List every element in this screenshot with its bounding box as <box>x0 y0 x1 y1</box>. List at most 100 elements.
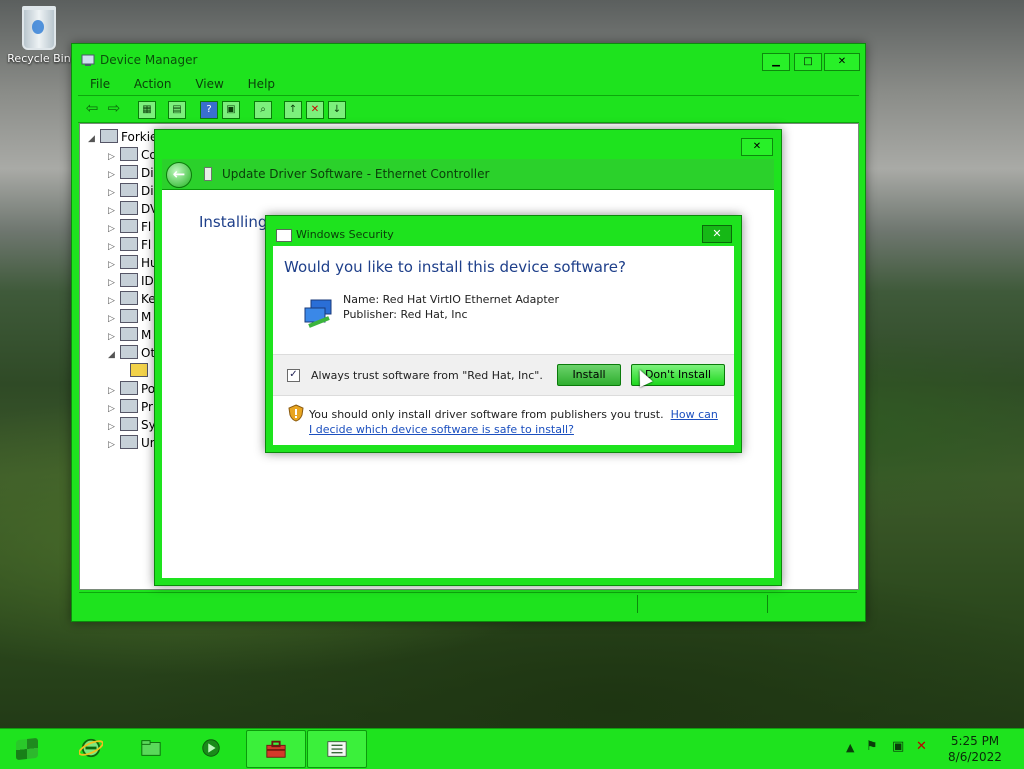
file-explorer-icon <box>141 740 161 756</box>
expand-icon[interactable]: ▷ <box>108 152 118 162</box>
maximize-button[interactable]: □ <box>794 53 822 71</box>
tree-item[interactable]: ▷ Pr <box>108 399 153 417</box>
menu-help[interactable]: Help <box>236 74 283 91</box>
scan-hardware-icon[interactable]: ⌕ <box>254 101 272 119</box>
expand-icon[interactable]: ▷ <box>108 386 118 396</box>
volume-muted-icon[interactable]: ✕ <box>916 739 927 754</box>
tree-item[interactable]: ▷ Di <box>108 183 154 201</box>
device-manager-titlebar[interactable]: Device Manager ▁ □ ✕ <box>72 44 865 74</box>
expand-icon[interactable]: ▷ <box>108 296 118 306</box>
expand-icon[interactable]: ▷ <box>108 242 118 252</box>
tree-item[interactable]: ▷ Ur <box>108 435 155 453</box>
menu-file[interactable]: File <box>78 74 118 91</box>
properties-icon[interactable]: ▤ <box>168 101 186 119</box>
device-name: Name: Red Hat VirtIO Ethernet Adapter <box>343 293 559 306</box>
toolbar: ⇦ ⇨ ▦ ▤ ? ▣ ⌕ ↑ ✕ ↓ <box>78 95 859 123</box>
tree-item[interactable]: ▷ ID <box>108 273 154 291</box>
ports-icon <box>120 381 138 395</box>
expand-icon[interactable]: ▷ <box>108 170 118 180</box>
clock[interactable]: 5:25 PM 8/6/2022 <box>940 733 1010 765</box>
tree-item[interactable]: ◢ Ot <box>108 345 155 363</box>
show-hide-icon[interactable]: ▦ <box>138 101 156 119</box>
clock-date: 8/6/2022 <box>948 750 1002 764</box>
expand-icon[interactable]: ▷ <box>108 278 118 288</box>
back-button[interactable]: ← <box>166 162 192 188</box>
tree-item[interactable]: ▷ Di <box>108 165 154 183</box>
media-player-icon <box>202 739 220 757</box>
install-button[interactable]: Install <box>557 364 621 386</box>
toolbox-icon <box>266 740 286 758</box>
expand-icon[interactable]: ▷ <box>108 404 118 414</box>
tree-item[interactable]: ▷ M <box>108 327 151 345</box>
tree-item[interactable]: ▷ Sy <box>108 417 156 435</box>
always-trust-checkbox[interactable]: ✓ <box>287 369 300 382</box>
help-icon[interactable]: ? <box>200 101 218 119</box>
always-trust-label: Always trust software from "Red Hat, Inc… <box>311 369 543 382</box>
action-center-flag-icon[interactable]: ⚑ <box>866 739 878 754</box>
collapse-icon[interactable]: ◢ <box>108 350 118 360</box>
expand-icon[interactable]: ▷ <box>108 440 118 450</box>
expand-icon[interactable]: ▷ <box>108 422 118 432</box>
warning-text: You should only install driver software … <box>309 408 664 421</box>
network-adapter-icon <box>304 299 332 328</box>
expand-icon[interactable]: ▷ <box>108 206 118 216</box>
display-adapter-icon <box>120 183 138 197</box>
tree-item-ethernet-controller[interactable] <box>128 363 151 381</box>
forward-arrow-icon[interactable]: ⇨ <box>106 101 122 117</box>
show-hidden-icons-arrow[interactable]: ▲ <box>846 741 854 754</box>
security-dialog-title: Windows Security <box>296 228 394 241</box>
monitor-icon <box>120 327 138 341</box>
warning-message: You should only install driver software … <box>309 407 719 437</box>
enable-device-icon[interactable]: ↓ <box>328 101 346 119</box>
minimize-button[interactable]: ▁ <box>762 53 790 71</box>
tree-item[interactable]: ▷ DV <box>108 201 158 219</box>
view-icon[interactable]: ▣ <box>222 101 240 119</box>
update-driver-close-button[interactable]: ✕ <box>741 138 773 156</box>
expand-icon[interactable]: ▷ <box>108 314 118 324</box>
status-separator <box>637 595 638 613</box>
expand-icon[interactable]: ▷ <box>108 332 118 342</box>
security-close-button[interactable]: ✕ <box>702 225 732 243</box>
uninstall-icon[interactable]: ✕ <box>306 101 324 119</box>
security-dialog-icon <box>276 229 292 242</box>
taskbar-toolbox[interactable] <box>246 730 306 768</box>
tree-item[interactable]: ▷ Ke <box>108 291 156 309</box>
menu-bar: File Action View Help <box>78 74 859 94</box>
tree-root[interactable]: ◢ Forkie <box>88 129 157 147</box>
processor-icon <box>120 399 138 413</box>
tree-item[interactable]: ▷ Fl <box>108 219 151 237</box>
recycle-bin-label: Recycle Bin <box>7 52 71 65</box>
usb-icon <box>120 435 138 449</box>
disk-drive-icon <box>120 165 138 179</box>
collapse-icon[interactable]: ◢ <box>88 134 98 144</box>
tree-item[interactable]: ▷ Po <box>108 381 155 399</box>
recycle-bin-desktop-icon[interactable]: Recycle Bin <box>6 6 72 65</box>
taskbar-media-player[interactable] <box>182 730 240 766</box>
clock-time: 5:25 PM <box>950 734 1000 748</box>
update-driver-icon[interactable]: ↑ <box>284 101 302 119</box>
update-driver-title: Update Driver Software - Ethernet Contro… <box>222 167 490 181</box>
expand-icon[interactable]: ▷ <box>108 224 118 234</box>
start-button[interactable] <box>6 733 48 765</box>
tree-item[interactable]: ▷ Hu <box>108 255 158 273</box>
network-icon[interactable]: ▣ <box>892 739 904 754</box>
back-arrow-icon[interactable]: ⇦ <box>84 101 100 117</box>
tree-item[interactable]: ▷ M <box>108 309 151 327</box>
warning-device-icon <box>130 363 148 377</box>
device-info: Name: Red Hat VirtIO Ethernet Adapter Pu… <box>343 292 559 322</box>
menu-view[interactable]: View <box>183 74 231 91</box>
system-devices-icon <box>120 417 138 431</box>
expand-icon[interactable]: ▷ <box>108 260 118 270</box>
keyboard-icon <box>120 291 138 305</box>
expand-icon[interactable]: ▷ <box>108 188 118 198</box>
device-manager-icon <box>327 741 347 757</box>
taskbar-internet-explorer[interactable] <box>62 730 120 766</box>
close-button[interactable]: ✕ <box>824 53 860 71</box>
computer-icon <box>100 129 118 143</box>
tree-item[interactable]: ▷ Fl <box>108 237 151 255</box>
tree-item[interactable]: ▷ Co <box>108 147 157 165</box>
menu-action[interactable]: Action <box>122 74 180 91</box>
taskbar-file-explorer[interactable] <box>122 730 180 766</box>
taskbar-device-manager[interactable] <box>307 730 367 768</box>
hid-icon <box>120 255 138 269</box>
